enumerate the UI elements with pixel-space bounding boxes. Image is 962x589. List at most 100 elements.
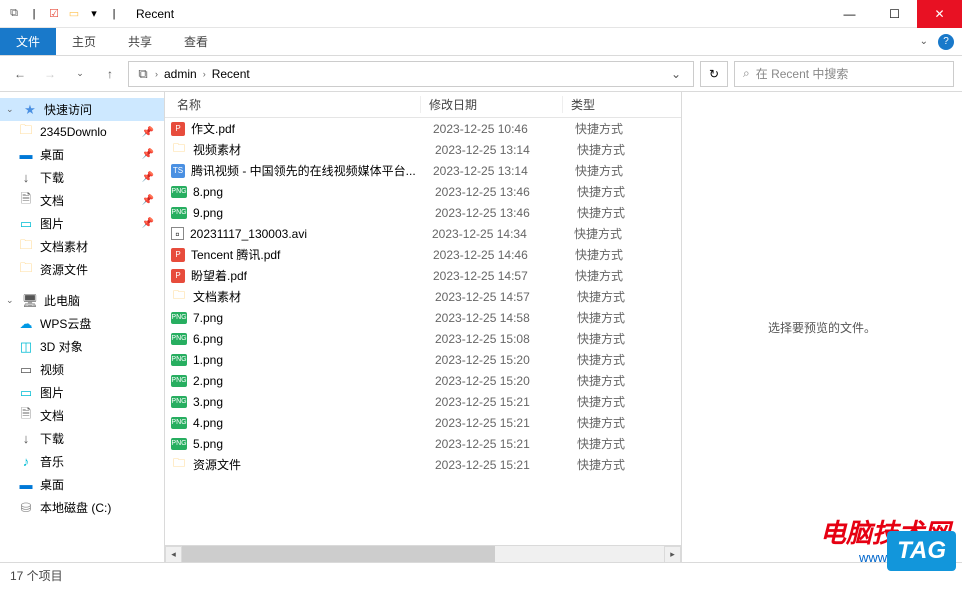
- star-icon: ★: [22, 102, 38, 118]
- forward-button[interactable]: →: [38, 62, 62, 86]
- refresh-button[interactable]: ↻: [700, 61, 728, 87]
- file-name: 1.png: [193, 353, 427, 367]
- sidebar-item[interactable]: ↓下载: [0, 427, 164, 450]
- file-row[interactable]: PNG1.png2023-12-25 15:20快捷方式: [165, 349, 681, 370]
- scroll-thumb[interactable]: [182, 546, 495, 563]
- recent-locations-button[interactable]: ⌄: [68, 62, 92, 86]
- sidebar-item-label: 下载: [40, 430, 64, 447]
- sidebar-item[interactable]: ☁WPS云盘: [0, 312, 164, 335]
- scroll-left-button[interactable]: ◂: [165, 546, 182, 563]
- breadcrumb-segment[interactable]: admin: [162, 67, 199, 81]
- sidebar-item[interactable]: ♪音乐: [0, 450, 164, 473]
- file-row[interactable]: PNG8.png2023-12-25 13:46快捷方式: [165, 181, 681, 202]
- pdf-icon: P: [171, 122, 185, 136]
- ribbon-toggle-icon[interactable]: ⌄: [920, 36, 928, 47]
- pin-icon: 📌: [142, 195, 154, 206]
- tab-file[interactable]: 文件: [0, 28, 56, 55]
- file-row[interactable]: P作文.pdf2023-12-25 10:46快捷方式: [165, 118, 681, 139]
- pin-icon: 📌: [142, 172, 154, 183]
- file-row[interactable]: ▫20231117_130003.avi2023-12-25 14:34快捷方式: [165, 223, 681, 244]
- column-headers: 名称 修改日期 类型: [165, 92, 681, 118]
- sidebar-item[interactable]: 🗎文档: [0, 404, 164, 427]
- sidebar-item[interactable]: ▬桌面📌: [0, 143, 164, 166]
- desktop-icon: ▬: [18, 477, 34, 493]
- column-name-header[interactable]: 名称: [165, 96, 421, 113]
- qat-dropdown-icon[interactable]: ▾: [86, 6, 102, 22]
- file-list[interactable]: P作文.pdf2023-12-25 10:46快捷方式🗀视频素材2023-12-…: [165, 118, 681, 545]
- scroll-right-button[interactable]: ▸: [664, 546, 681, 563]
- document-icon: 🗎: [18, 408, 34, 424]
- file-row[interactable]: PNG2.png2023-12-25 15:20快捷方式: [165, 370, 681, 391]
- folder-icon: 🗀: [18, 262, 34, 278]
- sidebar-item[interactable]: ▭视频: [0, 358, 164, 381]
- folder-icon[interactable]: ▭: [66, 6, 82, 22]
- file-date: 2023-12-25 15:20: [427, 353, 569, 367]
- file-name: 2.png: [193, 374, 427, 388]
- expand-icon[interactable]: ⌄: [6, 104, 16, 115]
- navigation-pane[interactable]: ⌄ ★ 快速访问 🗀2345Downlo📌▬桌面📌↓下载📌🗎文档📌▭图片📌🗀文档…: [0, 92, 165, 562]
- close-button[interactable]: ✕: [917, 0, 962, 28]
- search-input[interactable]: ⌕ 在 Recent 中搜索: [734, 61, 954, 87]
- file-row[interactable]: P盼望着.pdf2023-12-25 14:57快捷方式: [165, 265, 681, 286]
- sidebar-item[interactable]: 🗎文档📌: [0, 189, 164, 212]
- back-button[interactable]: ←: [8, 62, 32, 86]
- file-row[interactable]: PNG9.png2023-12-25 13:46快捷方式: [165, 202, 681, 223]
- expand-icon[interactable]: ⌄: [6, 295, 16, 306]
- breadcrumb-segment[interactable]: Recent: [210, 67, 252, 81]
- file-type: 快捷方式: [569, 183, 681, 200]
- nav-quick-access[interactable]: ⌄ ★ 快速访问: [0, 98, 164, 121]
- minimize-button[interactable]: —: [827, 0, 872, 28]
- address-bar[interactable]: ⧉ › admin › Recent ⌄: [128, 61, 694, 87]
- sidebar-item[interactable]: ▭ 图片 📌: [0, 212, 164, 235]
- column-type-header[interactable]: 类型: [563, 96, 681, 113]
- scroll-track[interactable]: [182, 546, 664, 563]
- sidebar-item-label: 图片: [40, 215, 64, 232]
- file-date: 2023-12-25 15:21: [427, 437, 569, 451]
- up-button[interactable]: ↑: [98, 62, 122, 86]
- file-date: 2023-12-25 13:46: [427, 206, 569, 220]
- help-icon[interactable]: ?: [938, 34, 954, 50]
- file-type: 快捷方式: [567, 246, 681, 263]
- maximize-button[interactable]: ☐: [872, 0, 917, 28]
- sidebar-item[interactable]: ⛁本地磁盘 (C:): [0, 496, 164, 519]
- sidebar-item[interactable]: ◫3D 对象: [0, 335, 164, 358]
- file-type: 快捷方式: [569, 288, 681, 305]
- file-view: 名称 修改日期 类型 P作文.pdf2023-12-25 10:46快捷方式🗀视…: [165, 92, 682, 562]
- picture-icon: ▭: [18, 216, 34, 232]
- tab-share[interactable]: 共享: [112, 28, 168, 55]
- sidebar-item[interactable]: ▭图片: [0, 381, 164, 404]
- sidebar-item[interactable]: 🗀2345Downlo📌: [0, 121, 164, 143]
- horizontal-scrollbar[interactable]: ◂ ▸: [165, 545, 681, 562]
- column-date-header[interactable]: 修改日期: [421, 96, 563, 113]
- file-type: 快捷方式: [567, 267, 681, 284]
- tab-home[interactable]: 主页: [56, 28, 112, 55]
- file-row[interactable]: 🗀文档素材2023-12-25 14:57快捷方式: [165, 286, 681, 307]
- sidebar-item[interactable]: 🗀文档素材: [0, 235, 164, 258]
- file-row[interactable]: PNG7.png2023-12-25 14:58快捷方式: [165, 307, 681, 328]
- file-row[interactable]: 🗀资源文件2023-12-25 15:21快捷方式: [165, 454, 681, 475]
- file-date: 2023-12-25 13:14: [427, 143, 569, 157]
- file-type: 快捷方式: [569, 141, 681, 158]
- tag-badge: TAG: [887, 531, 956, 571]
- file-row[interactable]: PNG4.png2023-12-25 15:21快捷方式: [165, 412, 681, 433]
- file-row[interactable]: PNG5.png2023-12-25 15:21快捷方式: [165, 433, 681, 454]
- file-type: 快捷方式: [569, 414, 681, 431]
- file-row[interactable]: TS腾讯视频 - 中国领先的在线视频媒体平台...2023-12-25 13:1…: [165, 160, 681, 181]
- file-row[interactable]: 🗀视频素材2023-12-25 13:14快捷方式: [165, 139, 681, 160]
- sidebar-item-label: 桌面: [40, 146, 64, 163]
- sidebar-item[interactable]: ▬桌面: [0, 473, 164, 496]
- sidebar-item[interactable]: ↓下载📌: [0, 166, 164, 189]
- file-type: 快捷方式: [567, 162, 681, 179]
- file-name: 5.png: [193, 437, 427, 451]
- chevron-right-icon[interactable]: ›: [203, 69, 206, 79]
- file-row[interactable]: PNG6.png2023-12-25 15:08快捷方式: [165, 328, 681, 349]
- tab-view[interactable]: 查看: [168, 28, 224, 55]
- chevron-right-icon[interactable]: ›: [155, 69, 158, 79]
- pin-icon: 📌: [142, 218, 154, 229]
- file-row[interactable]: PNG3.png2023-12-25 15:21快捷方式: [165, 391, 681, 412]
- nav-this-pc[interactable]: ⌄ 🖥 此电脑: [0, 289, 164, 312]
- sidebar-item[interactable]: 🗀资源文件: [0, 258, 164, 281]
- address-dropdown-icon[interactable]: ⌄: [665, 67, 687, 81]
- checkbox-icon[interactable]: ☑: [46, 6, 62, 22]
- file-row[interactable]: PTencent 腾讯.pdf2023-12-25 14:46快捷方式: [165, 244, 681, 265]
